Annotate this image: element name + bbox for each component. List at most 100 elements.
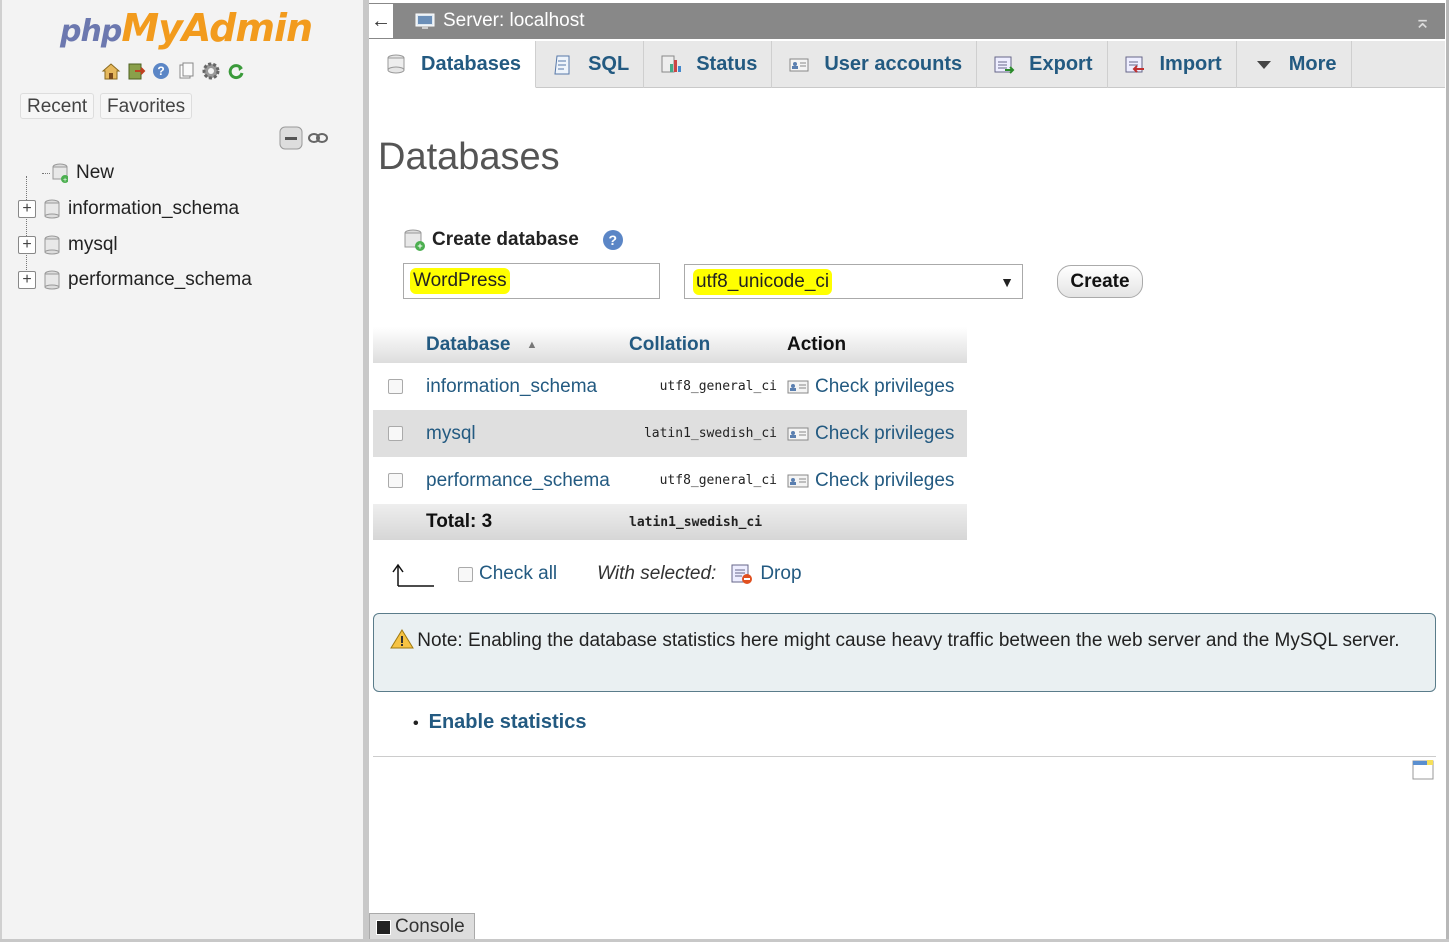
header-collation[interactable]: Collation — [623, 334, 781, 356]
collapse-top-icon[interactable]: ⌅ — [1414, 9, 1431, 34]
notice-text: Note: Enabling the database statistics h… — [417, 630, 1400, 651]
tab-label[interactable]: Export — [1029, 53, 1092, 76]
import-icon — [1125, 56, 1144, 73]
collation-value: latin1_swedish_ci — [643, 426, 777, 441]
row-checkbox[interactable] — [387, 379, 403, 394]
tree-label-new[interactable]: New — [76, 162, 114, 184]
create-database-heading: + Create database ? — [404, 228, 623, 252]
collapse-all-icon[interactable] — [279, 126, 303, 150]
enable-statistics-item[interactable]: • Enable statistics — [413, 711, 586, 734]
back-arrow-button[interactable]: ← — [369, 4, 393, 38]
header-database-label[interactable]: Database — [426, 334, 511, 356]
warning-icon — [390, 629, 414, 649]
home-icon[interactable] — [101, 61, 121, 81]
tab-label[interactable]: Status — [696, 53, 757, 76]
dropdown-arrow-icon[interactable]: ▼ — [1000, 274, 1014, 290]
row-checkbox[interactable] — [387, 426, 403, 441]
sticky-note-icon[interactable] — [1412, 760, 1434, 780]
drop-icon[interactable] — [730, 563, 754, 585]
tree-item-mysql[interactable]: + mysql — [18, 230, 118, 260]
console-label[interactable]: Console — [395, 916, 465, 938]
database-name-value[interactable]: WordPress — [410, 268, 510, 294]
sort-ascending-icon[interactable]: ▲ — [527, 339, 538, 351]
panel-resizer[interactable] — [363, 0, 369, 942]
logout-icon[interactable] — [126, 61, 146, 81]
server-label[interactable]: Server: localhost — [443, 10, 585, 32]
help-icon[interactable]: ? — [602, 230, 623, 250]
nav-icon-bar: ? — [101, 61, 246, 81]
header-database[interactable]: Database ▲ — [417, 334, 623, 356]
expand-icon[interactable]: + — [18, 200, 36, 218]
database-link[interactable]: mysql — [417, 423, 623, 445]
row-checkbox-cell — [373, 426, 417, 441]
expand-icon[interactable]: + — [18, 271, 36, 289]
phpmyadmin-logo[interactable]: phpMyAdmin — [60, 6, 313, 50]
database-icon — [44, 270, 60, 290]
expand-icon[interactable]: + — [18, 236, 36, 254]
help-icon[interactable]: ? — [151, 61, 171, 81]
row-checkbox[interactable] — [387, 473, 403, 488]
drop-link[interactable]: Drop — [760, 563, 801, 585]
check-all-checkbox[interactable] — [458, 566, 473, 582]
database-icon — [44, 199, 60, 219]
tab-user-accounts[interactable]: User accounts — [772, 41, 978, 88]
enable-statistics-link[interactable]: Enable statistics — [429, 711, 587, 733]
console-toggle[interactable]: Console — [369, 913, 475, 940]
settings-gear-icon[interactable] — [201, 61, 221, 81]
check-privileges-label[interactable]: Check privileges — [815, 470, 954, 492]
tab-sql[interactable]: SQL — [536, 41, 645, 88]
tab-export[interactable]: Export — [977, 41, 1108, 88]
server-breadcrumb[interactable]: Server: localhost — [415, 10, 585, 32]
bulk-actions: Check all With selected: Drop — [390, 558, 802, 590]
tree-controls — [279, 126, 329, 150]
tab-more[interactable]: More — [1237, 41, 1352, 88]
tab-label[interactable]: SQL — [588, 53, 629, 76]
check-all-label[interactable]: Check all — [479, 563, 557, 585]
collation-selected-value[interactable]: utf8_unicode_ci — [693, 268, 833, 295]
tree-item-performance-schema[interactable]: + performance_schema — [18, 265, 252, 295]
tree-item-information-schema[interactable]: + information_schema — [18, 194, 239, 224]
users-icon — [789, 58, 809, 71]
privileges-icon — [787, 474, 809, 487]
total-collation: latin1_swedish_ci — [629, 514, 763, 530]
database-link[interactable]: performance_schema — [417, 470, 623, 492]
svg-text:+: + — [417, 241, 422, 251]
tree-label[interactable]: performance_schema — [68, 269, 252, 291]
collation-select[interactable]: utf8_unicode_ci ▼ — [684, 264, 1023, 299]
nav-tab-favorites[interactable]: Favorites — [100, 93, 193, 119]
tree-label[interactable]: mysql — [68, 234, 118, 256]
check-privileges-link[interactable]: Check privileges — [781, 376, 967, 398]
check-privileges-label[interactable]: Check privileges — [815, 376, 954, 398]
row-checkbox-cell — [373, 379, 417, 394]
collation-value: utf8_general_ci — [659, 379, 777, 394]
collation-value: utf8_general_ci — [659, 473, 777, 488]
check-privileges-link[interactable]: Check privileges — [781, 470, 967, 492]
with-selected-label: With selected: — [597, 563, 717, 584]
tree-label[interactable]: information_schema — [68, 198, 239, 220]
divider — [373, 756, 1436, 757]
database-link[interactable]: information_schema — [417, 376, 623, 398]
tab-import[interactable]: Import — [1108, 41, 1237, 88]
tab-databases[interactable]: Databases — [369, 41, 537, 88]
sql-icon — [554, 55, 570, 74]
tab-status[interactable]: Status — [644, 41, 773, 88]
documentation-icon[interactable] — [176, 61, 196, 81]
tab-label[interactable]: User accounts — [824, 53, 962, 76]
check-privileges-label[interactable]: Check privileges — [815, 423, 954, 445]
tab-label[interactable]: More — [1289, 53, 1337, 76]
export-icon — [994, 56, 1015, 74]
database-name-input[interactable]: WordPress — [403, 263, 660, 299]
status-icon — [661, 55, 682, 72]
tab-label[interactable]: Databases — [421, 53, 521, 76]
link-icon[interactable] — [307, 130, 329, 146]
create-button[interactable]: Create — [1057, 265, 1143, 298]
chevron-down-icon — [1256, 60, 1271, 69]
tab-label[interactable]: Import — [1160, 53, 1222, 76]
table-row: mysql latin1_swedish_ci Check privileges — [373, 410, 967, 457]
tree-item-new[interactable]: + New — [42, 158, 114, 188]
reload-icon[interactable] — [226, 61, 246, 81]
check-privileges-link[interactable]: Check privileges — [781, 423, 967, 445]
server-breadcrumb-bar: ← Server: localhost ⌅ — [369, 3, 1445, 39]
statistics-notice: Note: Enabling the database statistics h… — [373, 613, 1436, 692]
nav-tab-recent[interactable]: Recent — [20, 93, 95, 119]
